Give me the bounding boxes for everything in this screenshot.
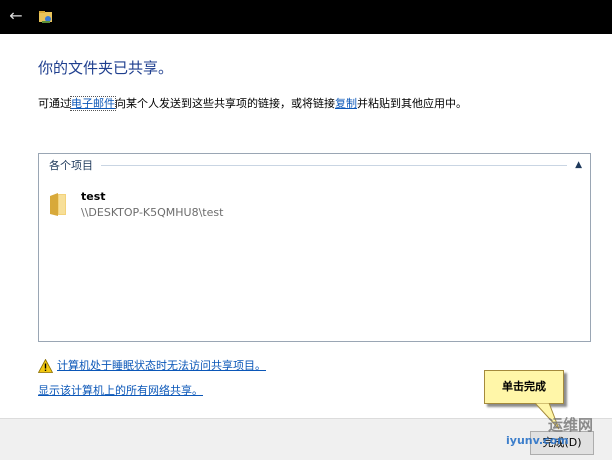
group-header[interactable]: 各个项目 ▲	[49, 157, 582, 173]
instructions-suffix: 并粘贴到其他应用中。	[357, 97, 467, 110]
instructions-prefix: 可通过	[38, 97, 71, 110]
callout-note: 单击完成	[484, 370, 564, 404]
sleep-warning: 计算机处于睡眠状态时无法访问共享项目。	[38, 357, 266, 373]
page-title: 你的文件夹已共享。	[38, 59, 174, 77]
title-bar: ←	[0, 0, 612, 34]
watermark-url: iyunv.com	[506, 434, 569, 447]
group-header-label: 各个项目	[49, 159, 93, 172]
shared-items-list: 各个项目 ▲ test \\DESKTOP-K5QMHU8\test	[38, 153, 591, 342]
instructions-middle: 向某个人发送到这些共享项的链接，或将链接	[115, 97, 335, 110]
show-network-shares-link[interactable]: 显示该计算机上的所有网络共享。	[38, 382, 203, 398]
network-folder-icon	[39, 11, 52, 23]
back-arrow-icon[interactable]: ←	[8, 7, 24, 25]
email-link[interactable]: 电子邮件	[70, 96, 116, 111]
warning-icon	[38, 359, 53, 373]
watermark-text: 运维网	[548, 416, 594, 434]
group-divider	[101, 164, 568, 166]
item-path: \\DESKTOP-K5QMHU8\test	[81, 206, 224, 219]
copy-link[interactable]: 复制	[335, 97, 357, 110]
sleep-warning-link[interactable]: 计算机处于睡眠状态时无法访问共享项目。	[57, 359, 266, 372]
item-name[interactable]: test	[81, 190, 106, 203]
folder-icon	[50, 193, 66, 216]
chevron-up-icon[interactable]: ▲	[575, 160, 582, 170]
share-instructions: 可通过电子邮件向某个人发送到这些共享项的链接，或将链接复制并粘贴到其他应用中。	[38, 95, 467, 111]
